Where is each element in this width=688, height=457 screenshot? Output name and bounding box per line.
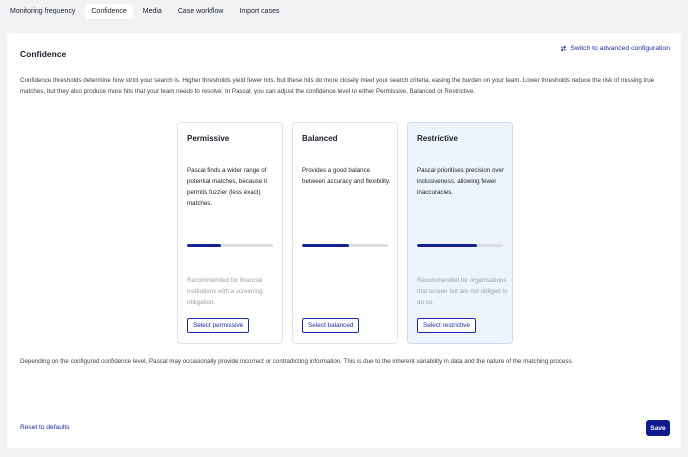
settings-tabs: Monitoring frequency Confidence Media Ca… — [4, 2, 285, 20]
confidence-panel: Confidence Switch to advanced configurat… — [7, 33, 681, 448]
switch-advanced-label: Switch to advanced configuration — [570, 45, 670, 52]
select-balanced-button[interactable]: Select balanced — [302, 318, 360, 333]
page-title: Confidence — [20, 49, 67, 59]
confidence-level-bar — [417, 244, 503, 247]
swap-icon — [560, 45, 567, 52]
tab-case-workflow[interactable]: Case workflow — [172, 4, 230, 19]
save-button[interactable]: Save — [646, 420, 670, 436]
tab-confidence[interactable]: Confidence — [85, 3, 133, 19]
card-restrictive: Restrictive Pascal prioritises precision… — [407, 122, 513, 344]
reset-defaults-link[interactable]: Reset to defaults — [20, 424, 69, 431]
card-recommendation: Recommended for financial institutions w… — [187, 277, 263, 306]
select-permissive-button[interactable]: Select permissive — [187, 318, 250, 333]
card-description: Pascal finds a wider range of potential … — [187, 167, 268, 207]
card-title: Permissive — [187, 134, 230, 143]
card-permissive: Permissive Pascal finds a wider range of… — [177, 122, 283, 344]
confidence-level-fill — [417, 244, 478, 247]
confidence-level-bar — [187, 244, 273, 247]
confidence-level-fill — [187, 244, 222, 247]
card-recommendation: Recommended for organisations that scree… — [417, 277, 508, 306]
switch-advanced-link[interactable]: Switch to advanced configuration — [560, 45, 670, 52]
tab-import-cases[interactable]: Import cases — [233, 4, 285, 19]
confidence-level-bar — [302, 244, 388, 247]
card-description: Provides a good balance between accuracy… — [302, 167, 391, 185]
intro-text: Confidence thresholds determine how stri… — [20, 77, 655, 95]
confidence-options: Permissive Pascal finds a wider range of… — [177, 122, 513, 344]
select-restrictive-button[interactable]: Select restrictive — [417, 318, 476, 333]
tab-monitoring-frequency[interactable]: Monitoring frequency — [4, 4, 81, 19]
card-title: Balanced — [302, 134, 338, 143]
confidence-level-fill — [302, 244, 350, 247]
card-description: Pascal prioritises precision over inclus… — [417, 167, 505, 196]
disclaimer-text: Depending on the configured confidence l… — [20, 358, 574, 365]
card-title: Restrictive — [417, 134, 458, 143]
tab-media[interactable]: Media — [137, 4, 168, 19]
card-balanced: Balanced Provides a good balance between… — [292, 122, 398, 344]
